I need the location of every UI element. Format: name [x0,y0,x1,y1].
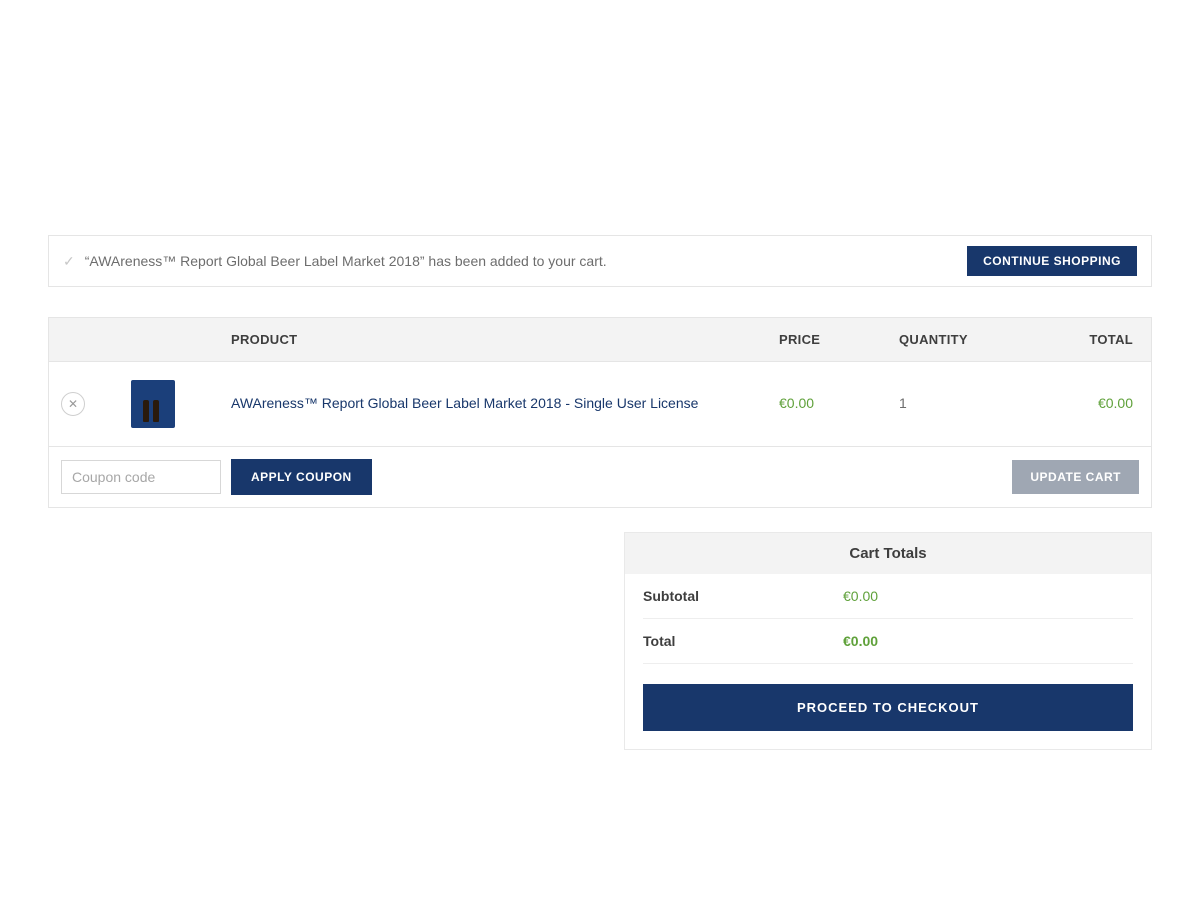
cart-notice: ✓ “AWAreness™ Report Global Beer Label M… [48,235,1152,287]
product-name-link[interactable]: AWAreness™ Report Global Beer Label Mark… [231,395,698,411]
cart-header-row: PRODUCT PRICE QUANTITY TOTAL [49,318,1151,361]
cart-table: PRODUCT PRICE QUANTITY TOTAL ✕ AWAreness… [48,317,1152,508]
update-cart-button[interactable]: UPDATE CART [1012,460,1139,494]
proceed-to-checkout-button[interactable]: PROCEED TO CHECKOUT [643,684,1133,731]
remove-item-button[interactable]: ✕ [61,392,85,416]
cart-totals-title: Cart Totals [625,533,1151,574]
col-header-product: PRODUCT [231,332,779,347]
notice-left: ✓ “AWAreness™ Report Global Beer Label M… [63,253,607,270]
coupon-area: APPLY COUPON [61,459,372,495]
product-thumbnail[interactable] [121,380,231,428]
apply-coupon-button[interactable]: APPLY COUPON [231,459,372,495]
notice-text: “AWAreness™ Report Global Beer Label Mar… [85,253,607,269]
col-header-price: PRICE [779,332,899,347]
total-value: €0.00 [843,633,878,649]
check-icon: ✓ [63,253,75,270]
product-image-icon [131,380,175,428]
continue-shopping-button[interactable]: CONTINUE SHOPPING [967,246,1137,276]
close-icon: ✕ [68,398,78,410]
item-price: €0.00 [779,395,814,411]
total-label: Total [643,633,843,649]
total-row: Total €0.00 [643,619,1133,664]
item-quantity: 1 [899,395,907,411]
cart-actions-row: APPLY COUPON UPDATE CART [49,446,1151,507]
subtotal-label: Subtotal [643,588,843,604]
cart-totals: Cart Totals Subtotal €0.00 Total €0.00 P… [624,532,1152,750]
subtotal-value: €0.00 [843,588,878,604]
col-header-qty: QUANTITY [899,332,1029,347]
col-header-total: TOTAL [1029,332,1139,347]
item-total: €0.00 [1098,395,1133,411]
subtotal-row: Subtotal €0.00 [643,574,1133,619]
cart-item-row: ✕ AWAreness™ Report Global Beer Label Ma… [49,361,1151,446]
coupon-code-input[interactable] [61,460,221,494]
